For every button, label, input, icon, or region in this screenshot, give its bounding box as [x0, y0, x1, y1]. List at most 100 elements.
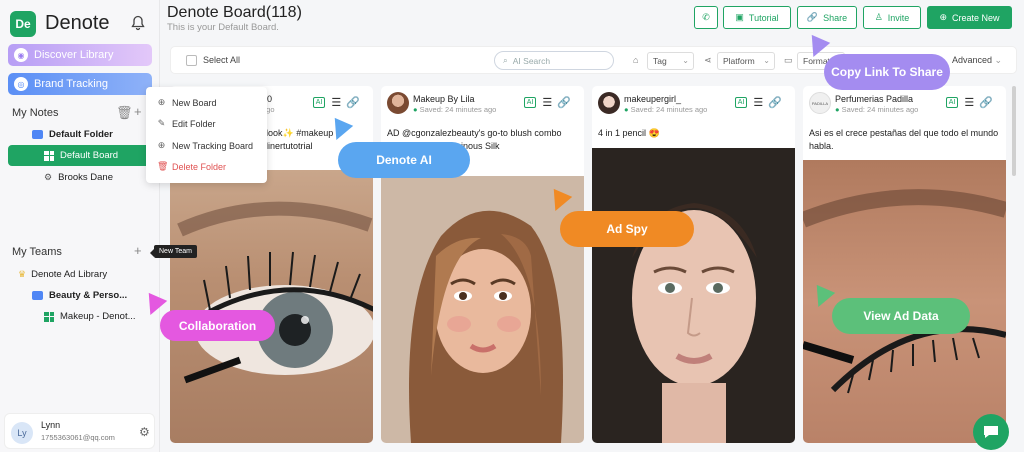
add-note-icon[interactable]: +	[134, 104, 142, 119]
crown-icon: ♛	[18, 269, 27, 279]
app-name: Denote	[45, 12, 110, 34]
sidebar-item-default-folder[interactable]: Default Folder	[32, 129, 113, 140]
team-folder-label: Beauty & Perso...	[49, 290, 128, 301]
ai-badge-button[interactable]: AI	[734, 97, 748, 108]
invite-button[interactable]: ♙ Invite	[863, 6, 921, 29]
board-icon	[44, 311, 54, 322]
team-library-label: Denote Ad Library	[31, 269, 108, 280]
discover-library-label: Discover Library	[34, 49, 114, 61]
sidebar-item-brooks-dane[interactable]: ⚙ Brooks Dane	[44, 172, 113, 183]
menu-item-new-tracking-board[interactable]: ⊕ New Tracking Board	[157, 140, 253, 151]
select-all-checkbox[interactable]	[186, 55, 197, 66]
create-new-label: Create New	[952, 12, 1000, 23]
ad-image[interactable]	[381, 176, 584, 443]
card-text: 4 in 1 pencil 😍	[598, 128, 660, 138]
add-team-icon[interactable]: +	[134, 243, 142, 258]
link-icon[interactable]: 🔗	[979, 96, 993, 109]
tutorial-label: Tutorial	[748, 12, 779, 23]
chat-icon	[984, 426, 998, 438]
menu-item-edit-folder[interactable]: ✎ Edit Folder	[157, 118, 216, 129]
tutorial-button[interactable]: ▣ Tutorial	[723, 6, 791, 29]
brand-tracking-button[interactable]: ◎ Brand Tracking	[8, 73, 152, 95]
search-icon: ⌕	[503, 55, 508, 65]
format-icon: ▭	[784, 55, 793, 65]
phone-button[interactable]: ✆	[694, 6, 718, 29]
ad-image[interactable]	[170, 170, 373, 443]
list-icon[interactable]: ☰	[331, 96, 341, 109]
card-text: Asi es el crece pestañas del que todo el…	[809, 128, 999, 151]
menu-item-delete-folder[interactable]: 🗑 Delete Folder	[157, 161, 226, 172]
collaboration-callout: Collaboration	[160, 310, 275, 341]
menu-item-new-board[interactable]: ⊕ New Board	[157, 97, 217, 108]
avatar: Ly	[11, 422, 33, 444]
tracking-icon: ◎	[14, 77, 28, 91]
platform-select[interactable]: Platform ⌄	[717, 52, 775, 70]
edit-icon: ✎	[157, 118, 166, 128]
link-icon[interactable]: 🔗	[346, 96, 360, 109]
sidebar-item-team-folder[interactable]: Beauty & Perso...	[32, 290, 127, 301]
trash-icon[interactable]: 🗑	[116, 105, 133, 121]
card-saved-time: ● Saved: 24 minutes ago	[624, 105, 708, 114]
link-icon[interactable]: 🔗	[557, 96, 571, 109]
user-profile[interactable]: Ly Lynn 1755363061@qq.com ⚙	[4, 413, 155, 449]
discover-library-button[interactable]: ◉ Discover Library	[8, 44, 152, 66]
tracking-board-icon: ⚙	[44, 172, 53, 182]
advanced-filter[interactable]: Advanced ⌄	[952, 55, 1002, 66]
discover-icon: ◉	[14, 48, 28, 62]
ad-image[interactable]	[592, 148, 795, 443]
sidebar-item-team-library[interactable]: ♛ Denote Ad Library	[18, 269, 107, 280]
ai-badge-button[interactable]: AI	[523, 97, 537, 108]
invite-label: Invite	[887, 12, 910, 23]
new-board-label: New Board	[172, 97, 217, 108]
ad-spy-callout: Ad Spy	[560, 211, 694, 247]
author-avatar	[598, 92, 620, 114]
card-actions: AI ☰ 🔗	[734, 96, 787, 109]
chevron-down-icon: ⌄	[682, 56, 689, 65]
eye-closeup-illustration	[177, 201, 373, 384]
tutorial-icon: ▣	[735, 12, 744, 22]
list-icon[interactable]: ☰	[753, 96, 763, 109]
tag-icon: ⌂	[633, 55, 639, 65]
card-saved-time: ● Saved: 24 minutes ago	[835, 105, 919, 114]
ai-badge-button[interactable]: AI	[945, 97, 959, 108]
new-team-tooltip: New Team	[150, 245, 197, 258]
author-avatar	[387, 92, 409, 114]
link-icon[interactable]: 🔗	[768, 96, 782, 109]
tag-select[interactable]: Tag ⌄	[647, 52, 694, 70]
folder-icon	[32, 130, 43, 139]
brand-tracking-label: Brand Tracking	[34, 78, 108, 90]
share-button[interactable]: 🔗 Share	[797, 6, 857, 29]
denote-ai-callout: Denote AI	[338, 142, 470, 178]
new-tracking-board-label: New Tracking Board	[172, 140, 254, 151]
app-logo[interactable]: De	[10, 11, 36, 37]
delete-folder-label: Delete Folder	[172, 161, 227, 172]
sidebar: De Denote ◉ Discover Library ◎ Brand Track…	[0, 0, 160, 452]
chat-support-button[interactable]	[973, 414, 1009, 450]
card-actions: AI ☰ 🔗	[523, 96, 576, 109]
list-icon[interactable]: ☰	[964, 96, 974, 109]
sidebar-item-team-board[interactable]: Makeup - Denot...	[44, 311, 136, 322]
ad-card[interactable]: PADILLA Perfumerias Padilla ● Saved: 24 …	[803, 86, 1006, 443]
view-ad-data-callout: View Ad Data	[832, 298, 970, 334]
ai-badge-button[interactable]: AI	[312, 97, 326, 108]
copy-link-callout: Copy Link To Share	[824, 54, 950, 90]
ad-card[interactable]: makeupergirl_ ● Saved: 24 minutes ago AI…	[592, 86, 795, 443]
edit-folder-label: Edit Folder	[172, 118, 216, 129]
trash-icon: 🗑	[157, 161, 169, 171]
plus-circle-icon: ⊕	[939, 12, 947, 22]
ad-card[interactable]: Makeup By Lila ● Saved: 24 minutes ago A…	[381, 86, 584, 443]
list-icon[interactable]: ☰	[542, 96, 552, 109]
default-folder-label: Default Folder	[49, 129, 113, 140]
advanced-label: Advanced	[952, 55, 993, 65]
settings-gear-icon[interactable]: ⚙	[139, 425, 150, 439]
card-actions: AI ☰ 🔗	[312, 96, 365, 109]
chevron-down-icon: ⌄	[994, 55, 1003, 65]
ai-search-input[interactable]: ⌕ AI Search	[494, 51, 614, 70]
create-new-button[interactable]: ⊕ Create New	[927, 6, 1012, 29]
select-all-label: Select All	[203, 55, 241, 65]
sidebar-item-default-board[interactable]: Default Board	[8, 145, 154, 166]
bell-icon[interactable]	[131, 15, 145, 31]
scrollbar[interactable]	[1012, 86, 1016, 176]
page-title: Denote Board(118)	[167, 4, 302, 21]
ai-search-placeholder: AI Search	[512, 55, 551, 66]
